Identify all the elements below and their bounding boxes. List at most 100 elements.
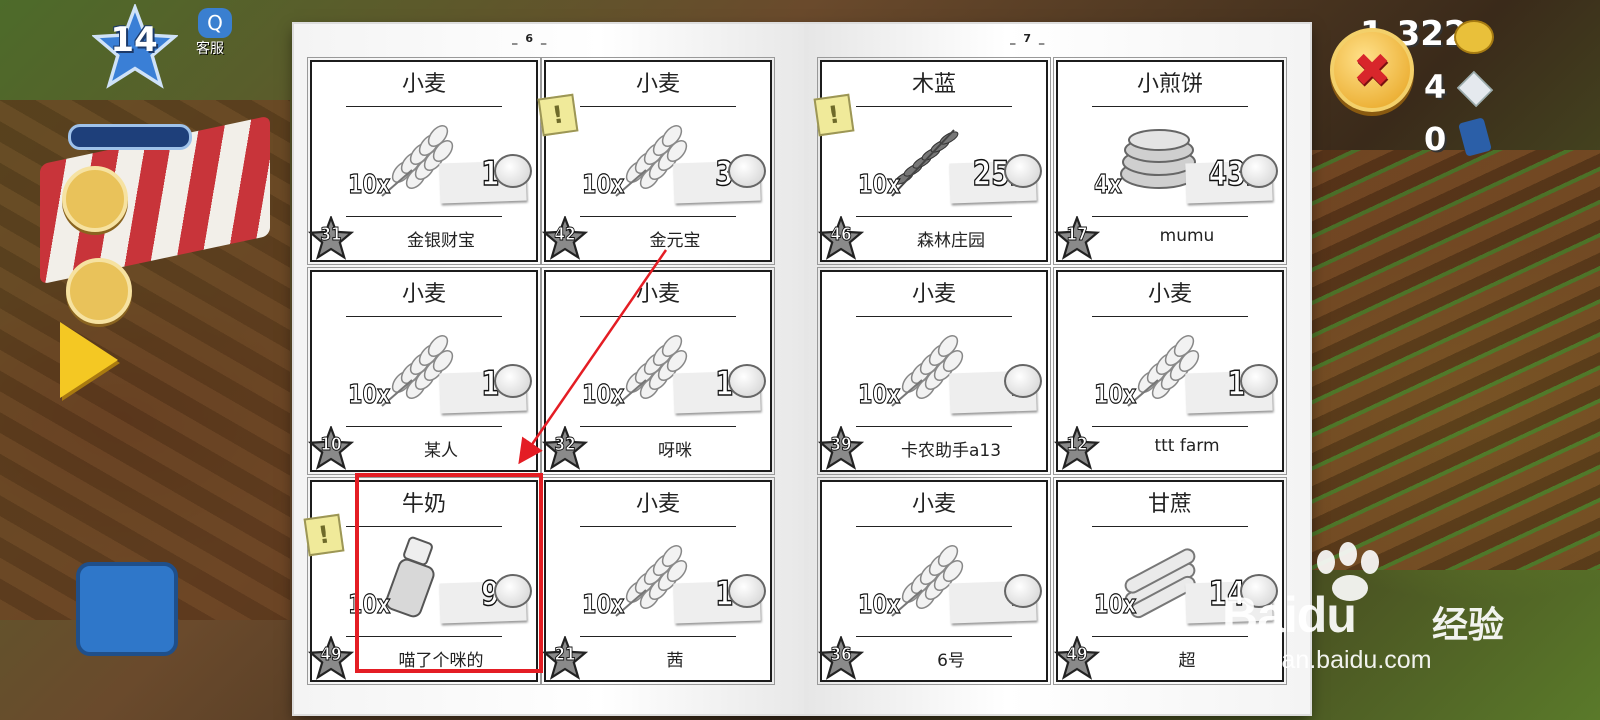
left-page-number: _ 6 _: [512, 32, 549, 45]
divider: [346, 106, 502, 107]
coin-icon: [1004, 574, 1042, 608]
item-name: 木蓝: [911, 72, 956, 97]
close-icon: ✖: [1352, 43, 1392, 97]
notice-icon: !: [303, 513, 345, 557]
divider: [856, 526, 1012, 527]
seller-level: 17: [1066, 224, 1088, 246]
ad-card[interactable]: 小麦10x1366号: [817, 477, 1051, 685]
ad-card[interactable]: 木蓝 10x 252 46 森林庄园!: [813, 57, 1051, 265]
customer-service-icon[interactable]: Q: [198, 8, 232, 38]
expand-menu-arrow[interactable]: [60, 322, 118, 398]
divider: [856, 636, 1012, 637]
seller-name: 某人: [424, 441, 458, 461]
item-name: 小麦: [911, 492, 956, 517]
notice-icon: !: [813, 93, 855, 137]
item-quantity: 10x: [858, 589, 901, 620]
divider: [580, 526, 736, 527]
player-level: 14: [110, 20, 158, 60]
close-button[interactable]: ✖: [1330, 28, 1414, 112]
ad-card[interactable]: 小麦10x1010某人: [307, 267, 541, 475]
seller-name: 6号: [937, 651, 965, 671]
seller-level: 39: [830, 434, 852, 456]
seller-name: mumu: [1159, 226, 1215, 246]
item-name: 小麦: [401, 72, 446, 97]
right-page-number: _ 7 _: [1010, 32, 1047, 45]
coin-icon: [1004, 364, 1042, 398]
divider: [856, 106, 1012, 107]
divider: [580, 426, 736, 427]
coin-icon: [1454, 20, 1494, 54]
item-quantity: 10x: [1094, 589, 1137, 620]
seller-level: 12: [1066, 434, 1088, 456]
item-name: 甘蔗: [1147, 492, 1192, 517]
ad-card[interactable]: 小麦10x1031金银财宝: [307, 57, 541, 265]
seller-level: 21: [554, 644, 576, 666]
divider: [580, 636, 736, 637]
watermark-brand: Baidu: [1222, 587, 1357, 643]
item-quantity: 10x: [1094, 379, 1137, 410]
baidu-watermark: Baidu 经验 jingyan.baidu.com: [1208, 542, 1508, 692]
divider: [346, 426, 502, 427]
item-name: 小麦: [635, 72, 680, 97]
divider: [346, 316, 502, 317]
seller-level: 49: [1066, 644, 1088, 666]
ad-card[interactable]: 小麦10x139卡农助手a13: [817, 267, 1051, 475]
notice-icon: !: [537, 93, 579, 137]
seller-name: 呀咪: [658, 441, 692, 461]
seller-level: 46: [830, 224, 852, 246]
experience-bar: [68, 124, 192, 150]
seller-name: ttt farm: [1154, 436, 1220, 456]
item-name: 小麦: [911, 282, 956, 307]
item-quantity: 10x: [348, 379, 391, 410]
coin-icon: [1240, 154, 1278, 188]
friends-button[interactable]: [62, 166, 128, 232]
item-quantity: 10x: [582, 169, 625, 200]
coin-icon: [494, 364, 532, 398]
seller-level: 32: [554, 434, 576, 456]
coin-icon: [728, 154, 766, 188]
divider: [1092, 316, 1248, 317]
ad-card[interactable]: 小麦10x1012ttt farm: [1053, 267, 1287, 475]
divider: [346, 216, 502, 217]
divider: [856, 426, 1012, 427]
divider: [856, 216, 1012, 217]
coin-icon: [1240, 364, 1278, 398]
coin-icon: [728, 574, 766, 608]
ad-card[interactable]: 小麦10x3642金元宝!: [537, 57, 775, 265]
divider: [580, 316, 736, 317]
watermark-brand-cn: 经验: [1432, 605, 1505, 646]
watermark-url: jingyan.baidu.com: [1230, 646, 1432, 674]
seller-name: 卡农助手a13: [900, 441, 1002, 461]
divider: [856, 316, 1012, 317]
divider: [580, 216, 736, 217]
ad-card[interactable]: 小煎饼 4x 432 17 mumu: [1053, 57, 1287, 265]
item-name: 小麦: [635, 492, 680, 517]
customer-service-label[interactable]: 客服: [196, 38, 224, 58]
seller-level: 36: [830, 644, 852, 666]
divider: [1092, 526, 1248, 527]
item-quantity: 10x: [858, 169, 901, 200]
seller-level: 42: [554, 224, 576, 246]
divider: [580, 106, 736, 107]
item-name: 小麦: [401, 282, 446, 307]
voucher-count: 0: [1424, 120, 1447, 158]
coin-icon: [1004, 154, 1042, 188]
divider: [1092, 426, 1248, 427]
item-quantity: 10x: [858, 379, 901, 410]
item-quantity: 10x: [582, 589, 625, 620]
diamond-count: 4: [1424, 68, 1447, 106]
highlight-box: [355, 473, 543, 673]
item-quantity: 4x: [1094, 169, 1123, 200]
divider: [1092, 216, 1248, 217]
seller-level: 49: [320, 644, 342, 666]
mailbox-button[interactable]: [66, 258, 132, 324]
item-name: 小麦: [1147, 282, 1192, 307]
ad-card[interactable]: 小麦10x1021茜: [541, 477, 775, 685]
item-quantity: 10x: [348, 169, 391, 200]
seller-name: 金银财宝: [407, 231, 475, 251]
item-name: 小煎饼: [1136, 72, 1203, 97]
shop-cashbox-button[interactable]: [76, 562, 178, 656]
divider: [1092, 106, 1248, 107]
coin-icon: [494, 154, 532, 188]
ad-card[interactable]: 小麦10x1032呀咪: [541, 267, 775, 475]
